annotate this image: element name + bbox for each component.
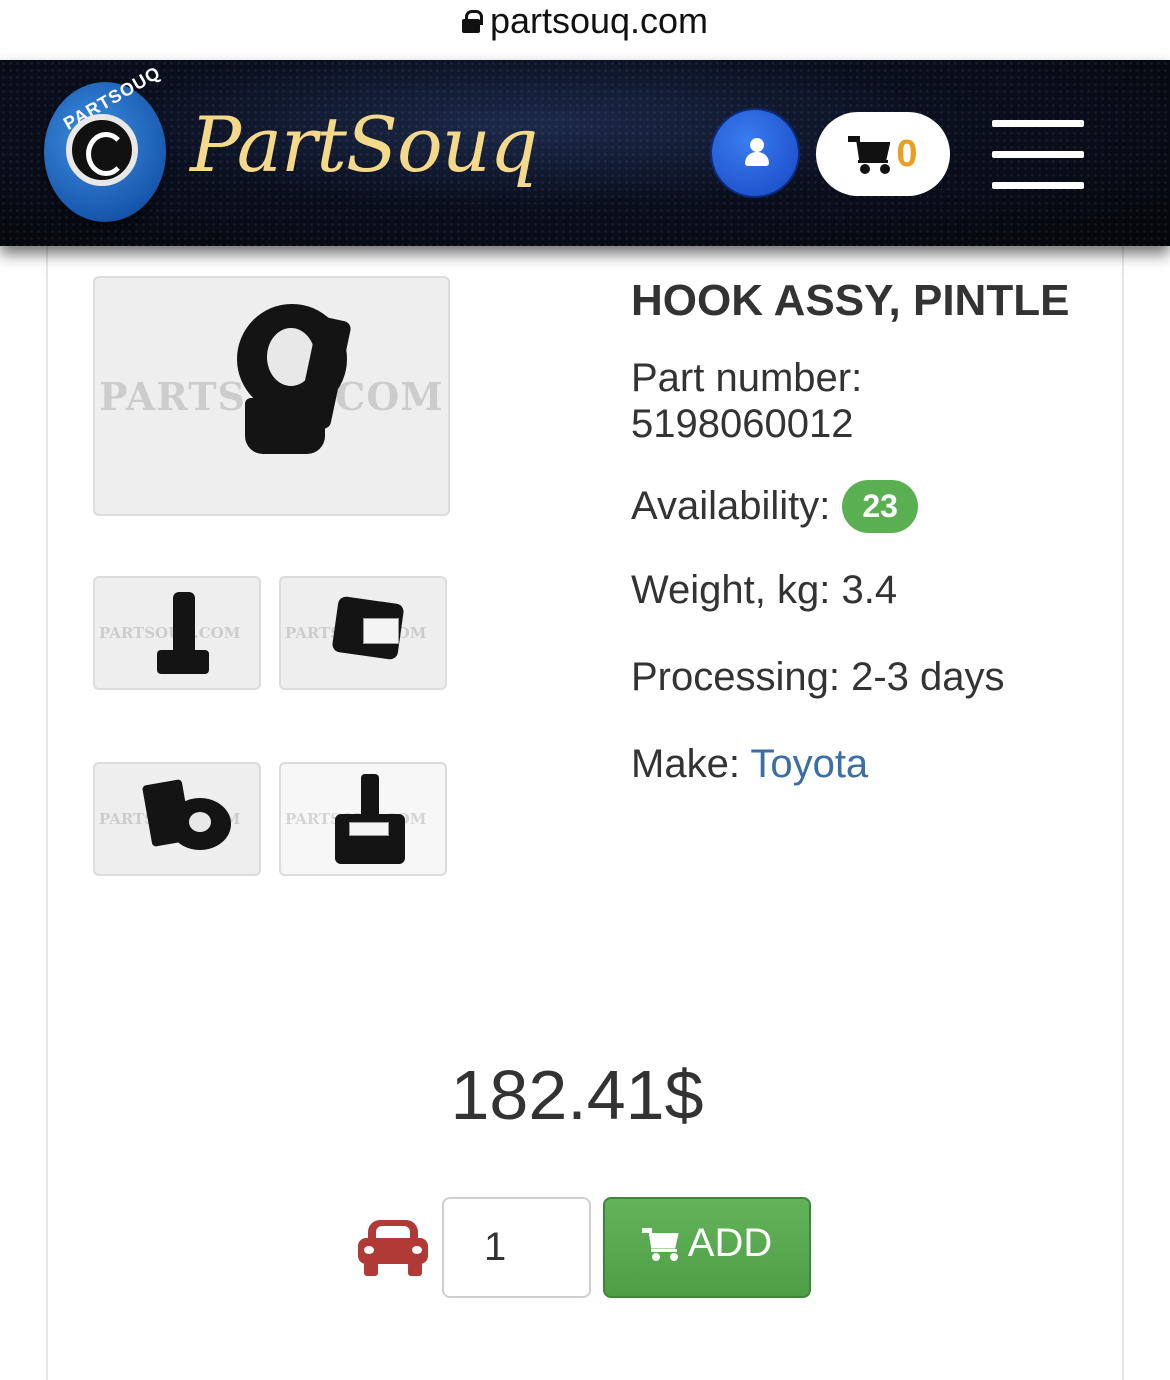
url-text: partsouq.com bbox=[489, 0, 709, 41]
add-button-label: ADD bbox=[687, 1221, 773, 1265]
car-icon[interactable] bbox=[358, 1220, 428, 1276]
cart-button[interactable]: 0 bbox=[816, 112, 950, 196]
logo-ring-icon bbox=[66, 114, 138, 186]
quantity-input[interactable] bbox=[442, 1197, 591, 1298]
account-button[interactable] bbox=[710, 108, 800, 198]
product-title: HOOK ASSY, PINTLE bbox=[631, 276, 1070, 325]
product-thumbnail[interactable]: PARTSOUQ.COM bbox=[93, 762, 261, 876]
part-number-label: Part number: bbox=[631, 356, 863, 400]
processing-row: Processing: 2-3 days bbox=[631, 655, 1005, 700]
partsouq-logo[interactable]: PARTSOUQ bbox=[44, 62, 166, 222]
price-row: 182.41$ bbox=[0, 1055, 1170, 1135]
product-thumbnail[interactable]: PARTSOUQ.COM bbox=[279, 576, 447, 690]
processing-value: 2-3 days bbox=[851, 655, 1005, 699]
weight-label: Weight, kg: bbox=[631, 568, 831, 612]
add-to-cart-button[interactable]: ADD bbox=[603, 1197, 811, 1298]
make-label: Make: bbox=[631, 742, 740, 786]
availability-label: Availability: bbox=[631, 484, 831, 528]
make-link[interactable]: Toyota bbox=[750, 742, 868, 786]
site-header: PARTSOUQ PartSouq 0 bbox=[0, 60, 1170, 246]
user-icon bbox=[750, 138, 764, 152]
cart-icon bbox=[848, 134, 894, 174]
processing-label: Processing: bbox=[631, 655, 840, 699]
url-display[interactable]: partsouq.com bbox=[461, 0, 709, 42]
menu-icon[interactable] bbox=[992, 120, 1084, 190]
lock-icon bbox=[461, 10, 483, 33]
weight-value: 3.4 bbox=[841, 568, 898, 612]
weight-row: Weight, kg: 3.4 bbox=[631, 568, 897, 613]
image-watermark: PARTS bbox=[99, 374, 246, 419]
cart-count: 0 bbox=[896, 132, 918, 175]
product-price: 182.41$ bbox=[450, 1056, 704, 1134]
part-number-value: 5198060012 bbox=[631, 402, 854, 446]
product-thumbnail[interactable]: PARTSOUQ.COM bbox=[279, 762, 447, 876]
make-row: Make: Toyota bbox=[631, 742, 868, 787]
product-thumbnail[interactable]: PARTSOUQ.COM bbox=[93, 576, 261, 690]
availability-row: Availability: 23 bbox=[631, 480, 918, 533]
brand-name[interactable]: PartSouq bbox=[190, 100, 538, 189]
product-main-image[interactable]: PARTS COM bbox=[93, 276, 450, 516]
cart-icon bbox=[641, 1227, 682, 1261]
browser-url-bar[interactable]: partsouq.com bbox=[0, 0, 1170, 60]
availability-badge: 23 bbox=[842, 480, 918, 533]
